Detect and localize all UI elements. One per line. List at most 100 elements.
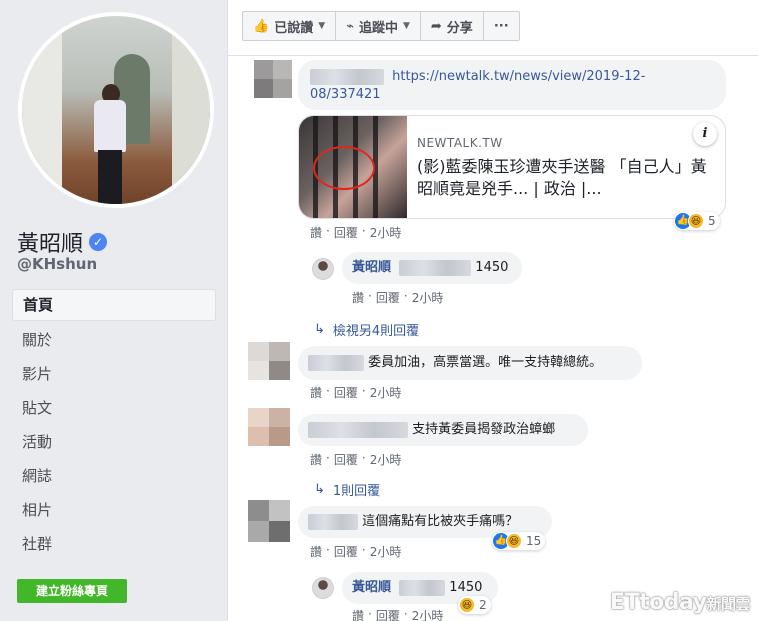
reply-author-name[interactable]: 黃昭順 xyxy=(352,260,391,275)
comment-actions: 讚 · 回覆 · 2小時 xyxy=(310,543,401,560)
haha-reaction-icon: 😆 xyxy=(506,533,522,549)
reply-actions: 讚 · 回覆 · 2小時 xyxy=(352,607,443,621)
action-button-group: 👍 已說讚 ▼ ⌁ 追蹤中 ▼ ➦ 分享 ··· xyxy=(242,11,520,41)
reply-author-avatar[interactable] xyxy=(312,577,334,599)
reaction-count: 15 xyxy=(526,534,542,548)
like-link[interactable]: 讚 xyxy=(352,607,364,621)
liked-button[interactable]: 👍 已說讚 ▼ xyxy=(243,12,337,40)
sidebar-item-about[interactable]: 關於 xyxy=(12,323,216,357)
avatar-wall-left xyxy=(22,16,62,204)
comment-url-line1[interactable]: https://newtalk.tw/news/view/2019-12- xyxy=(392,69,645,84)
comment-actions: 讚 · 回覆 · 2小時 xyxy=(310,224,401,241)
comment-text: 支持黃委員揭發政治蟑螂 xyxy=(412,422,556,437)
following-label: 追蹤中 xyxy=(358,20,398,36)
view-replies[interactable]: ↳ 1則回覆 xyxy=(314,480,380,499)
redacted-text xyxy=(399,259,472,276)
dot-separator: · xyxy=(403,607,408,621)
commenter-name-blurred[interactable] xyxy=(308,513,358,530)
reply-link[interactable]: 回覆 xyxy=(334,384,358,401)
link-preview-card[interactable]: NEWTALK.TW (影)藍委陳玉珍遭夾手送醫 「自己人」黃昭順竟是兇手...… xyxy=(298,115,726,219)
sidebar-item-videos[interactable]: 影片 xyxy=(12,357,216,391)
reply-time[interactable]: 2小時 xyxy=(412,289,444,306)
watermark-sub: 新聞雲 xyxy=(706,595,750,613)
reaction-count: 5 xyxy=(708,214,716,228)
reply-time[interactable]: 2小時 xyxy=(412,607,444,621)
dot-separator: · xyxy=(403,289,408,303)
more-options-button[interactable]: ··· xyxy=(484,12,519,40)
reaction-summary[interactable]: 👍 😆 15 xyxy=(492,532,546,550)
sidebar-item-events[interactable]: 活動 xyxy=(12,425,216,459)
reaction-count: 2 xyxy=(479,598,487,612)
reply-link[interactable]: 回覆 xyxy=(376,289,400,306)
view-replies-label: 1則回覆 xyxy=(332,484,381,499)
page-title: 黃昭順 ✓ xyxy=(17,226,108,258)
sidebar-item-notes[interactable]: 網誌 xyxy=(12,459,216,493)
reaction-summary[interactable]: 👍 😆 5 xyxy=(674,212,720,230)
rss-icon: ⌁ xyxy=(346,18,354,34)
reply-author-name[interactable]: 黃昭順 xyxy=(352,580,391,595)
link-domain: NEWTALK.TW xyxy=(417,136,503,150)
like-link[interactable]: 讚 xyxy=(310,224,322,241)
avatar-wall-right xyxy=(172,16,210,204)
reply-author-avatar[interactable] xyxy=(312,258,334,280)
ettoday-watermark: ETtoday新聞雲 xyxy=(610,590,750,615)
like-link[interactable]: 讚 xyxy=(352,289,364,306)
commenter-avatar-blurred[interactable] xyxy=(248,342,290,380)
like-link[interactable]: 讚 xyxy=(310,543,322,560)
comment-time[interactable]: 2小時 xyxy=(370,543,402,560)
reaction-summary[interactable]: 😆 2 xyxy=(458,596,491,614)
comment-time[interactable]: 2小時 xyxy=(370,451,402,468)
haha-reaction-icon: 😆 xyxy=(459,597,475,613)
reply-link[interactable]: 回覆 xyxy=(334,543,358,560)
view-more-replies[interactable]: ↳ 檢視另4則回覆 xyxy=(314,320,419,339)
comment-time[interactable]: 2小時 xyxy=(370,384,402,401)
following-button[interactable]: ⌁ 追蹤中 ▼ xyxy=(336,12,421,40)
avatar-person-body xyxy=(94,100,126,152)
watermark-main: ETtoday xyxy=(610,590,707,615)
comment-actions: 讚 · 回覆 · 2小時 xyxy=(310,451,401,468)
commenter-name-blurred[interactable] xyxy=(308,421,408,438)
comment-url-line2[interactable]: 08/337421 xyxy=(310,87,381,102)
reply-bubble: 黃昭順 1450 xyxy=(342,252,522,284)
commenter-avatar-blurred[interactable] xyxy=(248,500,290,542)
reply-link[interactable]: 回覆 xyxy=(334,224,358,241)
dot-separator: · xyxy=(326,384,330,398)
chevron-down-icon: ▼ xyxy=(402,21,410,31)
reply-link[interactable]: 回覆 xyxy=(334,451,358,468)
sidebar-item-home[interactable]: 首頁 xyxy=(12,289,216,321)
reply-actions: 讚 · 回覆 · 2小時 xyxy=(352,289,443,306)
link-title[interactable]: (影)藍委陳玉珍遭夾手送醫 「自己人」黃昭順竟是兇手... | 政治 |... xyxy=(417,156,713,200)
redacted-text xyxy=(399,579,446,596)
link-preview-text: NEWTALK.TW (影)藍委陳玉珍遭夾手送醫 「自己人」黃昭順竟是兇手...… xyxy=(417,136,713,200)
commenter-name-blurred[interactable] xyxy=(308,354,364,371)
sidebar-item-photos[interactable]: 相片 xyxy=(12,493,216,527)
sidebar-item-community[interactable]: 社群 xyxy=(12,527,216,561)
share-button[interactable]: ➦ 分享 xyxy=(421,12,484,40)
verified-badge-icon: ✓ xyxy=(89,233,108,251)
sidebar-item-posts[interactable]: 貼文 xyxy=(12,391,216,425)
reply-arrow-icon: ↳ xyxy=(314,322,325,337)
comments-feed: https://newtalk.tw/news/view/2019-12- 08… xyxy=(228,56,758,621)
info-icon[interactable]: i xyxy=(693,122,717,146)
commenter-avatar-blurred[interactable] xyxy=(248,408,290,446)
create-page-button[interactable]: 建立粉絲專頁 xyxy=(17,579,127,603)
like-link[interactable]: 讚 xyxy=(310,384,322,401)
link-preview-thumbnail xyxy=(299,116,407,218)
share-arrow-icon: ➦ xyxy=(430,18,442,34)
view-more-replies-label: 檢視另4則回覆 xyxy=(332,324,420,339)
page-username[interactable]: @KHshun xyxy=(17,255,97,273)
page-name-text: 黃昭順 xyxy=(17,232,84,257)
comment-time[interactable]: 2小時 xyxy=(370,224,402,241)
chevron-down-icon: ▼ xyxy=(318,21,326,31)
reply-link[interactable]: 回覆 xyxy=(376,607,400,621)
dot-separator: · xyxy=(326,543,330,557)
dot-separator: · xyxy=(368,607,372,621)
dot-separator: · xyxy=(326,224,330,238)
reply-arrow-icon: ↳ xyxy=(314,482,325,497)
profile-picture[interactable] xyxy=(18,12,214,208)
thumbs-up-icon: 👍 xyxy=(253,18,270,34)
commenter-avatar-blurred[interactable] xyxy=(254,60,292,98)
commenter-name-blurred[interactable] xyxy=(310,68,384,85)
comment-text: 這個痛點有比被夾手痛嗎？ xyxy=(362,514,519,529)
like-link[interactable]: 讚 xyxy=(310,451,322,468)
